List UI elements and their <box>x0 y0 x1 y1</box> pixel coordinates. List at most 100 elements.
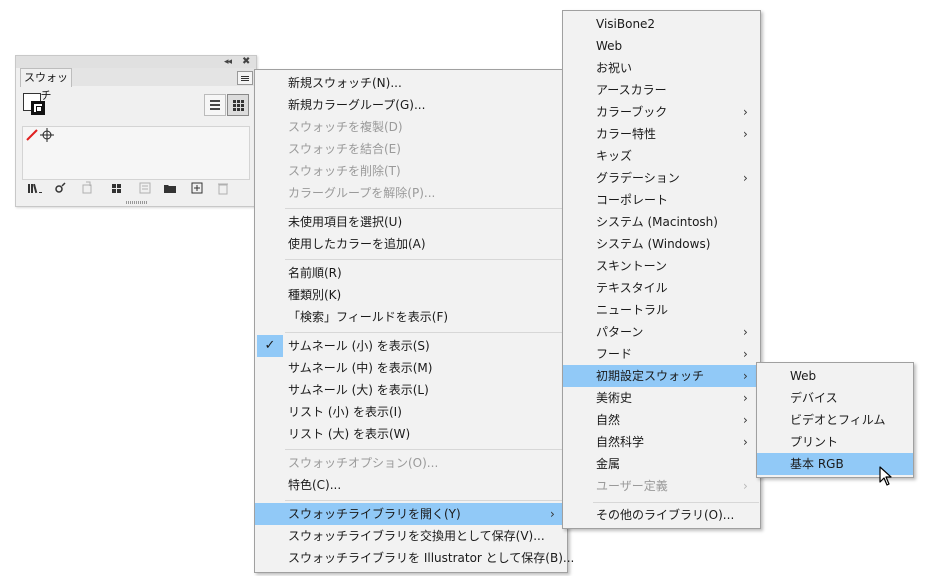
menu-item-video-film[interactable]: ビデオとフィルム <box>757 409 913 431</box>
resize-grip[interactable] <box>126 201 148 204</box>
menu-item-label: スウォッチライブラリを開く(Y) <box>288 507 461 521</box>
menu-item-delete-swatch[interactable]: スウォッチを削除(T) <box>255 160 567 182</box>
menu-item-label: カラー特性 <box>596 127 657 141</box>
menu-item-print[interactable]: プリント <box>757 431 913 453</box>
stroke-color-icon[interactable] <box>31 101 45 115</box>
panel-flyout-menu: 新規スウォッチ(N)... 新規カラーグループ(G)... スウォッチを複製(D… <box>254 69 574 573</box>
menu-item-earth-tones[interactable]: アースカラー <box>563 79 760 101</box>
menu-item-skin-tones[interactable]: スキントーン <box>563 255 760 277</box>
menu-item-sort-by-name[interactable]: 名前順(R) <box>255 262 567 284</box>
swatch-options-icon[interactable] <box>138 181 152 195</box>
menu-item-food[interactable]: フード › <box>563 343 760 365</box>
default-swatches-submenu: Web デバイス ビデオとフィルム プリント 基本 RGB <box>756 362 914 478</box>
menu-item-label: 自然科学 <box>596 435 645 449</box>
submenu-arrow-icon: › <box>743 369 748 383</box>
menu-item-corporate[interactable]: コーポレート <box>563 189 760 211</box>
menu-item-celebration[interactable]: お祝い <box>563 57 760 79</box>
menu-item-metal[interactable]: 金属 <box>563 453 760 475</box>
collapse-icon[interactable]: ◂◂ <box>224 56 232 68</box>
menu-item-select-unused[interactable]: 未使用項目を選択(U) <box>255 211 567 233</box>
menu-item-new-color-group[interactable]: 新規カラーグループ(G)... <box>255 94 567 116</box>
menu-item-ungroup-color-group[interactable]: カラーグループを解除(P)... <box>255 182 567 204</box>
menu-item-spot-colors[interactable]: 特色(C)... <box>255 474 567 496</box>
menu-item-add-used-colors[interactable]: 使用したカラーを追加(A) <box>255 233 567 255</box>
mouse-cursor-icon <box>879 466 892 486</box>
menu-item-other-library[interactable]: その他のライブラリ(O)... <box>563 504 760 526</box>
menu-item-label: グラデーション <box>596 171 680 185</box>
panel-footer <box>16 180 256 200</box>
menu-separator <box>593 502 759 503</box>
menu-item-kids[interactable]: キッズ <box>563 145 760 167</box>
menu-item-label: システム (Windows) <box>596 237 711 251</box>
menu-item-visibone2[interactable]: VisiBone2 <box>563 13 760 35</box>
show-kinds-menu-icon[interactable] <box>53 181 67 195</box>
menu-item-device[interactable]: デバイス <box>757 387 913 409</box>
menu-item-label: システム (Macintosh) <box>596 215 718 229</box>
menu-item-neutral[interactable]: ニュートラル <box>563 299 760 321</box>
menu-item-large-thumbnail[interactable]: サムネール (大) を表示(L) <box>255 379 567 401</box>
menu-item-label: 金属 <box>596 457 621 471</box>
menu-item-textiles[interactable]: テキスタイル <box>563 277 760 299</box>
panel-title-bar[interactable] <box>16 56 256 68</box>
menu-item-color-books[interactable]: カラーブック › <box>563 101 760 123</box>
grid-view-icon[interactable] <box>227 94 249 116</box>
menu-item-web[interactable]: Web <box>757 365 913 387</box>
menu-separator <box>285 259 565 260</box>
menu-item-art-history[interactable]: 美術史 › <box>563 387 760 409</box>
place-swatch-icon[interactable] <box>80 181 94 195</box>
panel-menu-icon[interactable] <box>237 71 253 85</box>
none-swatch-icon[interactable] <box>26 129 38 141</box>
menu-item-medium-thumbnail[interactable]: サムネール (中) を表示(M) <box>255 357 567 379</box>
list-view-icon[interactable] <box>204 94 226 116</box>
menu-item-default-swatches[interactable]: 初期設定スウォッチ › <box>563 365 760 387</box>
menu-item-label: パターン <box>596 325 644 339</box>
menu-item-user-defined[interactable]: ユーザー定義 › <box>563 475 760 497</box>
menu-item-label: 自然 <box>596 413 621 427</box>
menu-item-swatch-options[interactable]: スウォッチオプション(O)... <box>255 452 567 474</box>
menu-item-label: Web <box>596 39 623 53</box>
menu-item-color-properties[interactable]: カラー特性 › <box>563 123 760 145</box>
libraries-menu-icon[interactable] <box>27 181 43 195</box>
menu-item-gradients[interactable]: グラデーション › <box>563 167 760 189</box>
delete-swatch-icon[interactable] <box>216 181 230 195</box>
tab-strip-empty <box>72 68 256 86</box>
menu-item-label: ニュートラル <box>596 303 669 317</box>
menu-item-save-library-exchange[interactable]: スウォッチライブラリを交換用として保存(V)... <box>255 525 567 547</box>
menu-item-save-library-illustrator[interactable]: スウォッチライブラリを Illustrator として保存(B)... <box>255 547 574 569</box>
menu-item-web[interactable]: Web <box>563 35 760 57</box>
menu-item-patterns[interactable]: パターン › <box>563 321 760 343</box>
menu-item-large-list[interactable]: リスト (大) を表示(W) <box>255 423 567 445</box>
menu-item-small-thumbnail[interactable]: ✓ サムネール (小) を表示(S) <box>255 335 567 357</box>
new-color-group-icon[interactable] <box>163 181 177 195</box>
menu-item-label: 初期設定スウォッチ <box>596 369 705 383</box>
close-icon[interactable]: ✖ <box>242 56 250 68</box>
menu-item-open-swatch-library[interactable]: スウォッチライブラリを開く(Y) › <box>255 503 567 525</box>
menu-item-science[interactable]: 自然科学 › <box>563 431 760 453</box>
new-swatch-icon[interactable] <box>190 181 204 195</box>
tab-swatches[interactable]: スウォッチ <box>20 68 72 102</box>
menu-item-sort-by-kind[interactable]: 種類別(K) <box>255 284 567 306</box>
menu-item-nature[interactable]: 自然 › <box>563 409 760 431</box>
menu-item-label: キッズ <box>596 149 633 163</box>
menu-item-show-find-field[interactable]: 「検索」フィールドを表示(F) <box>255 306 567 328</box>
submenu-arrow-icon: › <box>743 435 748 449</box>
menu-item-system-windows[interactable]: システム (Windows) <box>563 233 760 255</box>
menu-item-duplicate-swatch[interactable]: スウォッチを複製(D) <box>255 116 567 138</box>
registration-swatch-icon[interactable] <box>40 128 54 142</box>
checkmark-icon: ✓ <box>257 335 283 357</box>
submenu-arrow-icon: › <box>743 413 748 427</box>
submenu-arrow-icon: › <box>743 127 748 141</box>
menu-item-merge-swatches[interactable]: スウォッチを結合(E) <box>255 138 567 160</box>
menu-item-small-list[interactable]: リスト (小) を表示(I) <box>255 401 567 423</box>
menu-item-label: お祝い <box>596 61 633 75</box>
submenu-arrow-icon: › <box>743 347 748 361</box>
swatches-panel: ◂◂ ✖ スウォッチ <box>15 55 257 207</box>
submenu-arrow-icon: › <box>743 105 748 119</box>
menu-item-system-macintosh[interactable]: システム (Macintosh) <box>563 211 760 233</box>
menu-item-new-swatch[interactable]: 新規スウォッチ(N)... <box>255 72 567 94</box>
menu-item-label: カラーブック <box>596 105 668 119</box>
submenu-arrow-icon: › <box>743 325 748 339</box>
menu-separator <box>285 332 565 333</box>
submenu-arrow-icon: › <box>550 507 555 521</box>
color-group-icon[interactable] <box>111 181 125 195</box>
